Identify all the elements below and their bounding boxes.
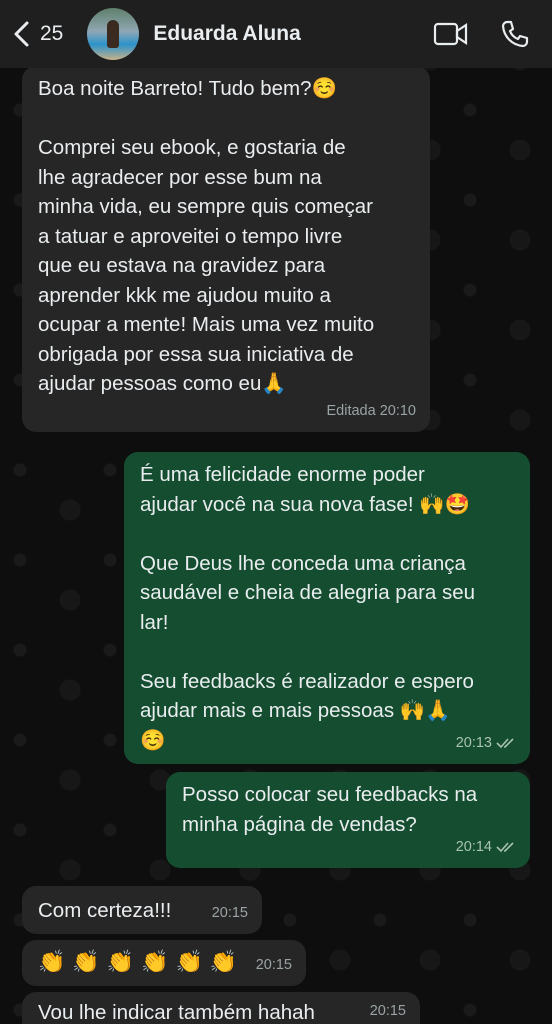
message-text: Vou lhe indicar também hahah bbox=[38, 1001, 315, 1024]
back-button[interactable]: 25 bbox=[10, 20, 63, 48]
message-timestamp: Editada 20:10 bbox=[326, 402, 417, 419]
contact-name[interactable]: Eduarda Aluna bbox=[153, 22, 406, 46]
message-status: 20:13 bbox=[456, 729, 516, 759]
message-timestamp: 20:14 bbox=[455, 838, 492, 855]
message-timestamp: 20:15 bbox=[369, 1002, 406, 1019]
unread-count: 25 bbox=[40, 22, 64, 45]
message-bubble-outgoing[interactable]: Posso colocar seu feedbacks na minha pág… bbox=[166, 772, 530, 868]
message-timestamp: 20:15 bbox=[255, 956, 292, 973]
chat-header: 25 Eduarda Aluna bbox=[0, 0, 552, 68]
message-bubble-incoming[interactable]: Com certeza!!! 20:15 bbox=[22, 886, 262, 934]
message-text: É uma felicidade enorme poder ajudar voc… bbox=[140, 463, 476, 752]
message-text: Posso colocar seu feedbacks na minha pág… bbox=[182, 783, 478, 836]
video-camera-icon bbox=[433, 22, 468, 46]
double-check-icon bbox=[496, 738, 514, 749]
message-bubble-incoming[interactable]: 👏 👏 👏 👏 👏 👏 20:15 bbox=[22, 940, 306, 986]
message-text: 👏 👏 👏 👏 👏 👏 bbox=[38, 950, 238, 975]
double-check-icon bbox=[496, 842, 514, 853]
voice-call-button[interactable] bbox=[496, 19, 534, 49]
message-bubble-incoming[interactable]: Vou lhe indicar também hahah 20:15 bbox=[22, 992, 420, 1024]
phone-icon bbox=[501, 20, 529, 48]
message-timestamp: 20:15 bbox=[211, 904, 248, 921]
message-timestamp: 20:13 bbox=[455, 734, 492, 751]
avatar[interactable] bbox=[87, 8, 140, 60]
message-bubble-outgoing[interactable]: É uma felicidade enorme poder ajudar voc… bbox=[124, 452, 530, 764]
message-text: Boa noite Barreto! Tudo bem?☺️ Comprei s… bbox=[38, 77, 375, 395]
video-call-button[interactable] bbox=[432, 19, 470, 49]
chevron-left-icon bbox=[14, 21, 29, 47]
message-status: 20:14 bbox=[456, 833, 516, 863]
message-bubble-incoming[interactable]: Boa noite Barreto! Tudo bem?☺️ Comprei s… bbox=[22, 66, 430, 432]
